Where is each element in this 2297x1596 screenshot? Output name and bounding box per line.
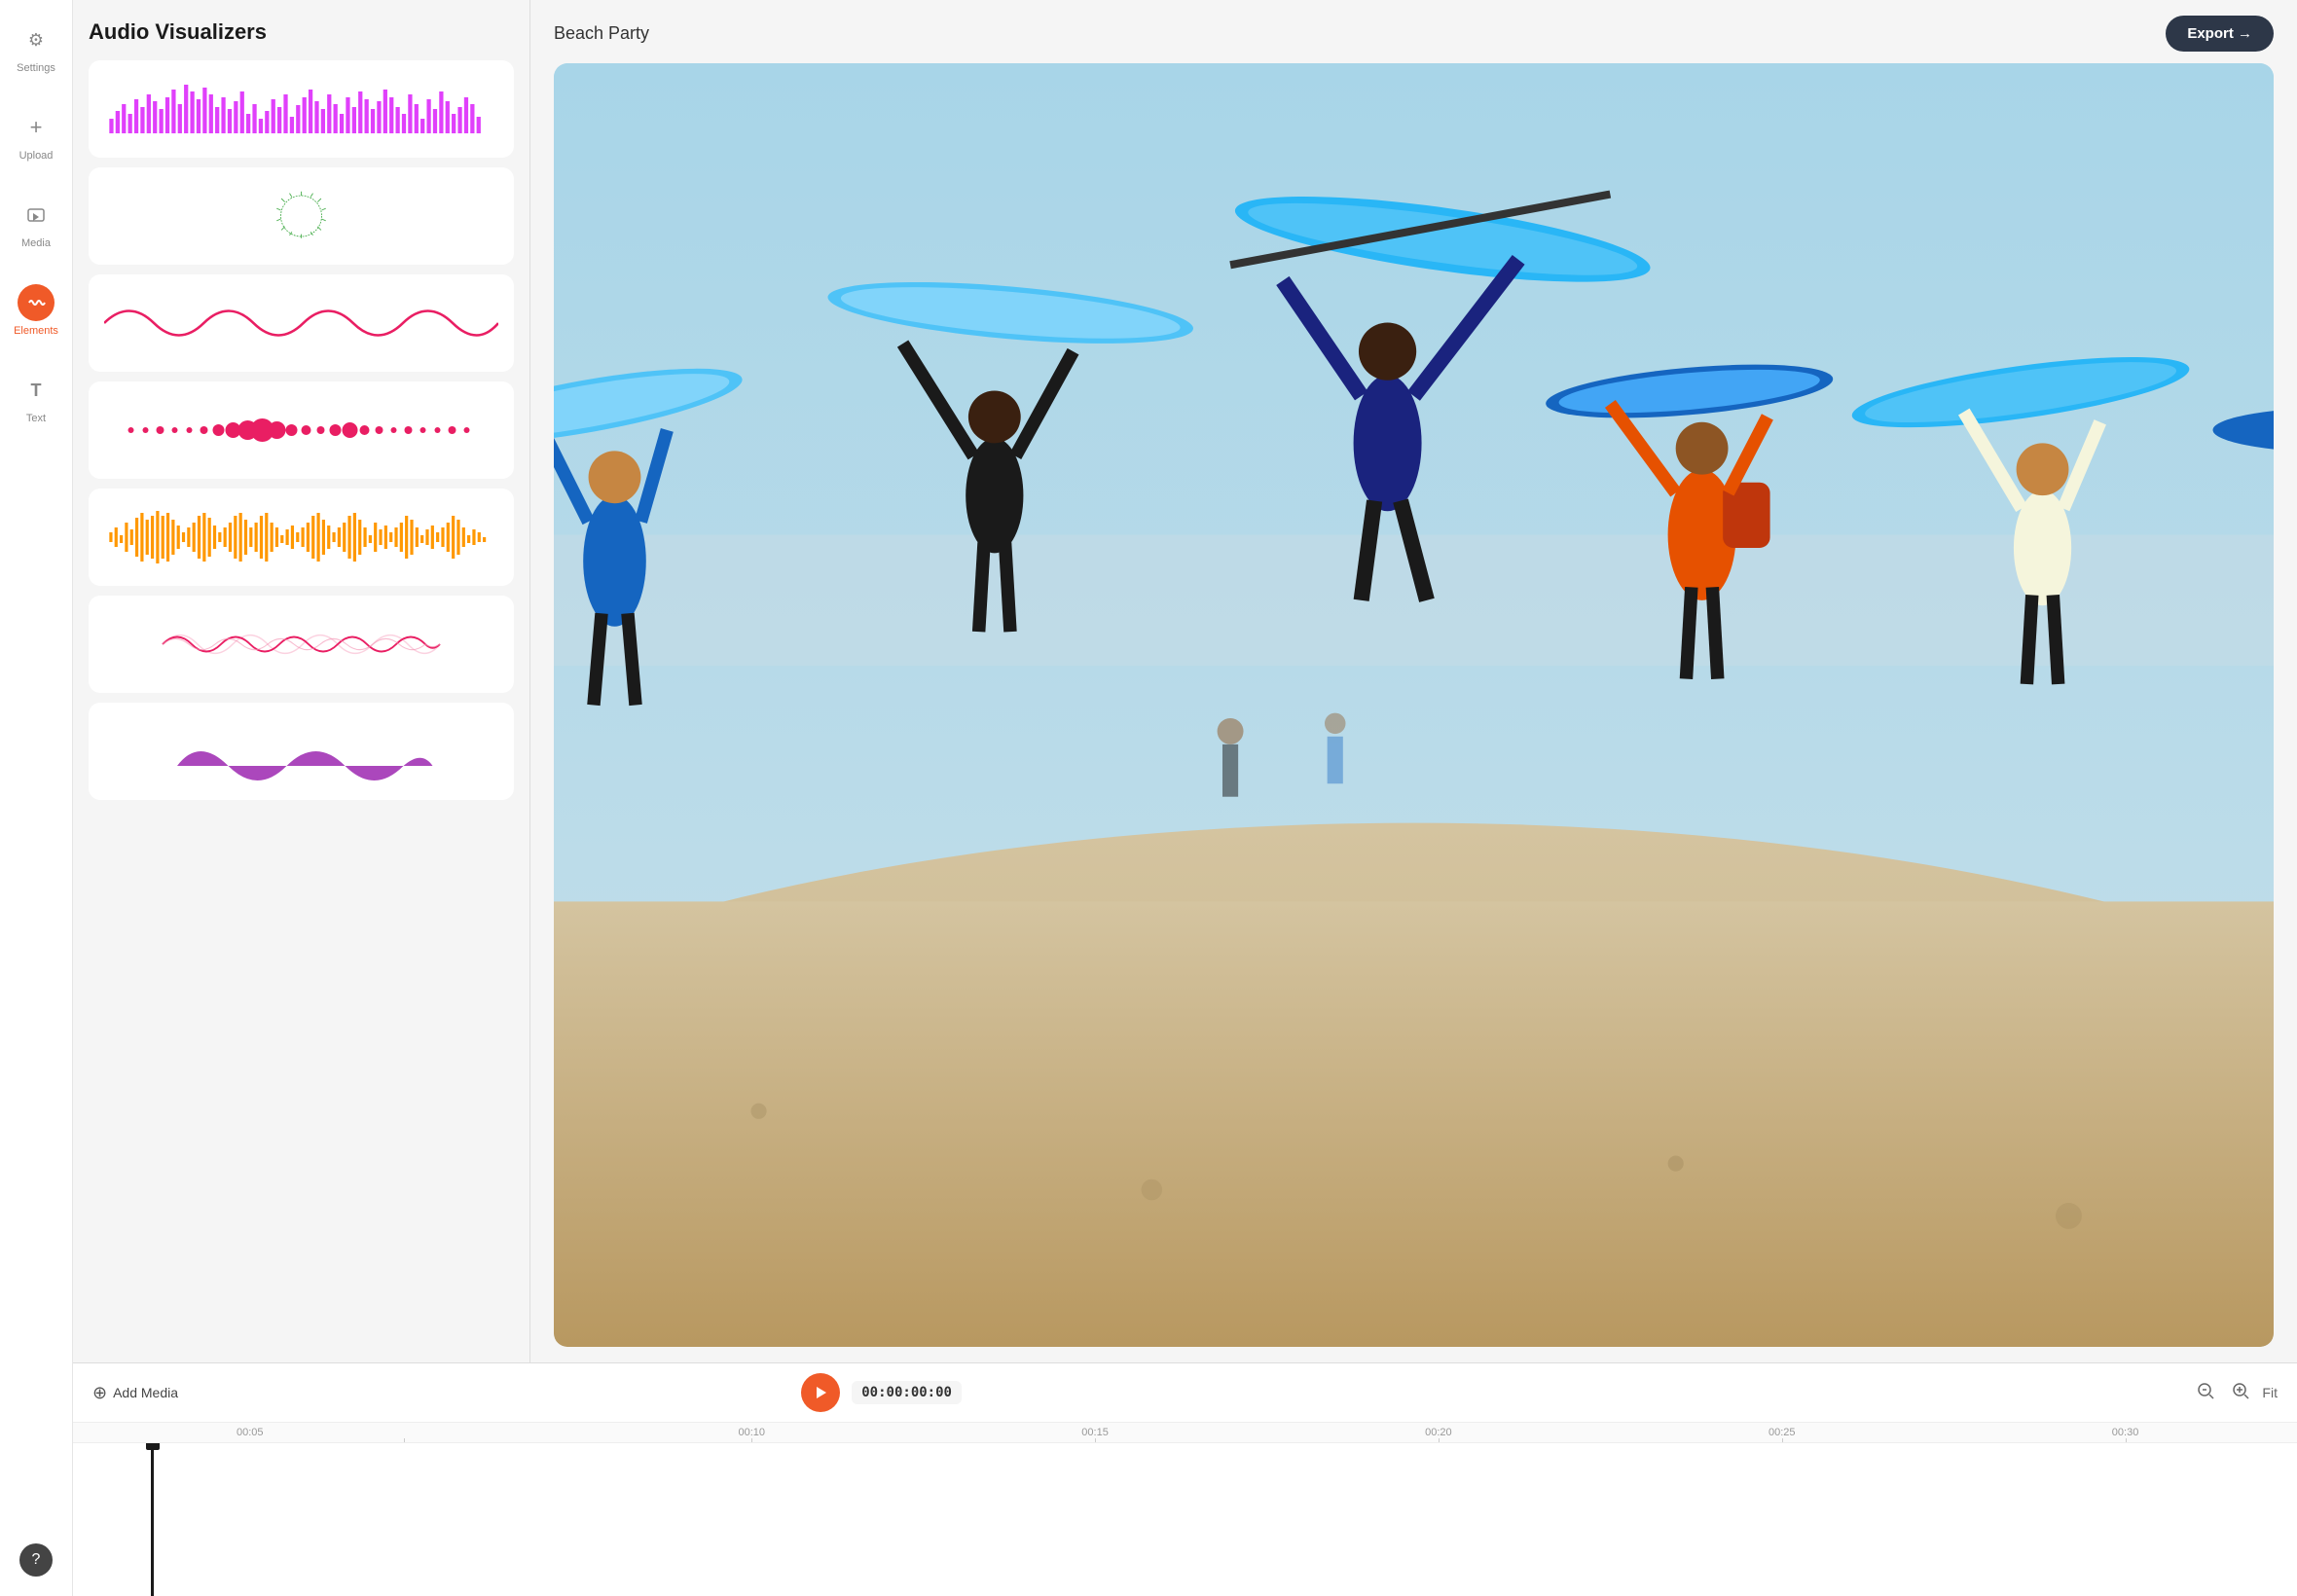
sidebar-item-label-media: Media <box>21 237 51 249</box>
sidebar: ⚙ Settings + Upload Media Elements T Tex… <box>0 0 73 1596</box>
export-button[interactable]: Export → <box>2166 16 2274 52</box>
elements-icon <box>18 284 55 321</box>
ruler-mark-03: 00:20 <box>1266 1427 1610 1438</box>
timeline-ruler: 00:05 00:10 00:15 00:20 00:25 00:30 <box>73 1423 2297 1443</box>
media-icon <box>18 197 55 234</box>
zoom-out-button[interactable] <box>2192 1377 2219 1409</box>
preview-title: Beach Party <box>554 23 649 44</box>
top-area: Audio Visualizers <box>73 0 2297 1362</box>
timeline-time-display: 00:00:00:00 <box>801 1373 962 1412</box>
ruler-mark-00: 00:05 <box>229 1427 580 1438</box>
viz-card-dots[interactable] <box>89 381 514 479</box>
preview-video <box>554 63 2274 1347</box>
tracks-wrapper: T Overlay Text <box>73 1443 2297 1596</box>
playhead[interactable] <box>151 1443 154 1596</box>
add-media-label: Add Media <box>113 1385 178 1400</box>
sidebar-item-text[interactable]: T Text <box>0 366 72 430</box>
viz-card-bars[interactable] <box>89 60 514 158</box>
settings-icon: ⚙ <box>18 21 55 58</box>
sidebar-item-settings[interactable]: ⚙ Settings <box>0 16 72 80</box>
sidebar-item-upload[interactable]: + Upload <box>0 103 72 167</box>
video-frame <box>554 63 2274 1347</box>
play-button[interactable] <box>801 1373 840 1412</box>
timecode-display: 00:00:00:00 <box>852 1381 962 1404</box>
add-media-button[interactable]: ⊕ Add Media <box>92 1383 178 1403</box>
visualizers-title: Audio Visualizers <box>89 19 514 45</box>
sidebar-item-label-elements: Elements <box>14 325 58 337</box>
sidebar-item-elements[interactable]: Elements <box>0 278 72 343</box>
ruler-mark-02: 00:15 <box>924 1427 1267 1438</box>
viz-card-multiwave[interactable] <box>89 596 514 693</box>
upload-icon: + <box>18 109 55 146</box>
add-media-icon: ⊕ <box>92 1383 107 1403</box>
preview-header: Beach Party Export → <box>554 16 2274 52</box>
sidebar-item-label-text: Text <box>26 413 46 424</box>
zoom-controls: Fit <box>2192 1377 2278 1409</box>
visualizers-panel: Audio Visualizers <box>73 0 530 1362</box>
text-icon: T <box>18 372 55 409</box>
fit-button[interactable]: Fit <box>2262 1385 2278 1400</box>
beach-scene-svg <box>554 63 2274 1347</box>
zoom-in-button[interactable] <box>2227 1377 2254 1409</box>
timeline-area: ⊕ Add Media 00:00:00:00 Fit <box>73 1362 2297 1596</box>
sidebar-item-label-upload: Upload <box>19 150 54 162</box>
viz-card-bumps[interactable] <box>89 703 514 800</box>
ruler-mark-04: 00:25 <box>1610 1427 1953 1438</box>
preview-panel: Beach Party Export → <box>530 0 2297 1362</box>
sidebar-item-media[interactable]: Media <box>0 191 72 255</box>
ruler-mark-05: 00:30 <box>1953 1427 2297 1438</box>
playhead-handle[interactable] <box>146 1443 160 1450</box>
ruler-mark-01: 00:10 <box>580 1427 924 1438</box>
viz-card-waveform[interactable] <box>89 489 514 586</box>
help-icon: ? <box>32 1551 41 1569</box>
viz-card-circle[interactable] <box>89 167 514 265</box>
main-content: Audio Visualizers <box>73 0 2297 1596</box>
timeline-controls: ⊕ Add Media 00:00:00:00 Fit <box>73 1363 2297 1423</box>
help-button[interactable]: ? <box>19 1543 53 1577</box>
ruler-marks: 00:05 00:10 00:15 00:20 00:25 00:30 <box>151 1427 2297 1438</box>
viz-card-wave[interactable] <box>89 274 514 372</box>
sidebar-item-label-settings: Settings <box>17 62 55 74</box>
